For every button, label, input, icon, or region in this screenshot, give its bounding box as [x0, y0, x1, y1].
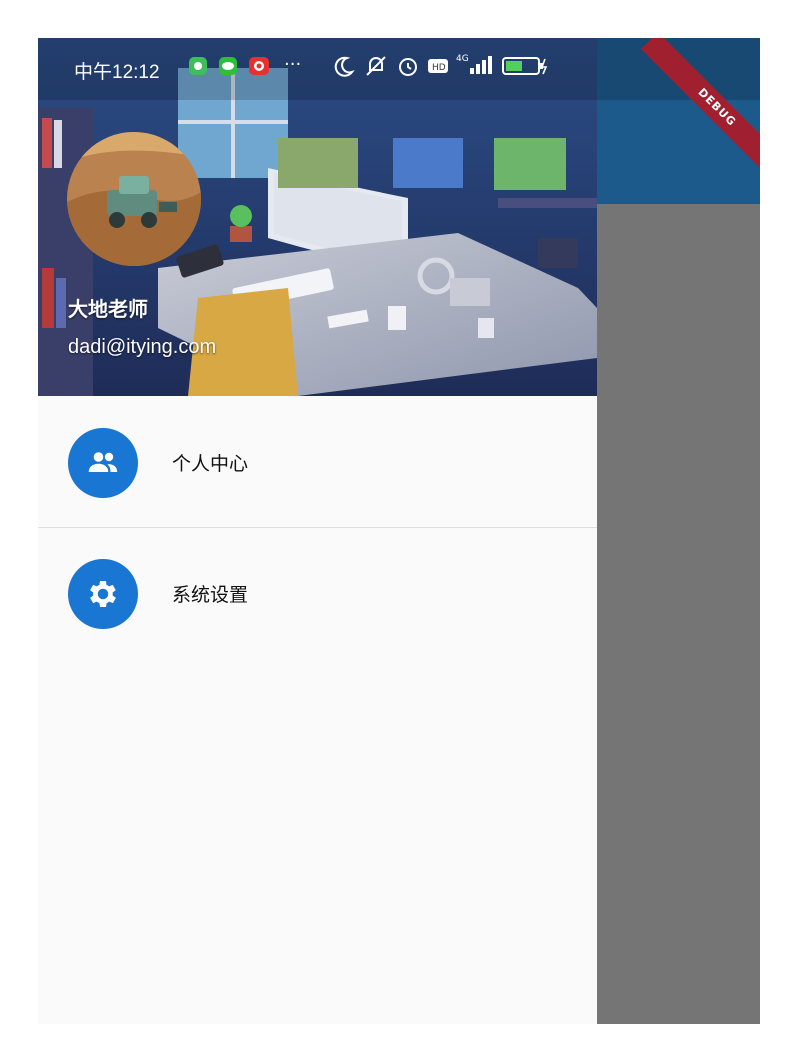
svg-text:4G: 4G [456, 54, 469, 64]
navigation-drawer: 大地老师 dadi@itying.com 个人中心 系统设置 [38, 38, 597, 1024]
user-email: dadi@itying.com [68, 336, 217, 358]
people-icon [68, 428, 138, 498]
phone-screen: DEBUG 中午12:12 ··· HD 4G 大地老师 dadi@itying… [38, 38, 760, 1024]
alarm-icon [396, 54, 420, 82]
drawer-item-system-settings[interactable]: 系统设置 [38, 528, 597, 658]
hd-icon: HD [428, 58, 448, 77]
battery-icon [502, 56, 548, 80]
svg-text:HD: HD [432, 63, 446, 73]
wechat-notification-icon [218, 56, 238, 80]
user-name: 大地老师 [68, 297, 148, 321]
moon-icon [332, 54, 356, 82]
user-avatar[interactable] [67, 132, 201, 266]
more-notifications-icon: ··· [284, 54, 302, 75]
settings-icon [68, 559, 138, 629]
app-notification-icon [188, 56, 208, 80]
drawer-item-label: 个人中心 [172, 453, 249, 475]
signal-icon: 4G [454, 52, 494, 82]
status-time: 中午12:12 [74, 62, 160, 83]
drawer-item-personal-center[interactable]: 个人中心 [38, 397, 597, 527]
drawer-item-label: 系统设置 [172, 584, 249, 606]
mute-icon [364, 54, 388, 82]
app-red-notification-icon [248, 56, 270, 80]
